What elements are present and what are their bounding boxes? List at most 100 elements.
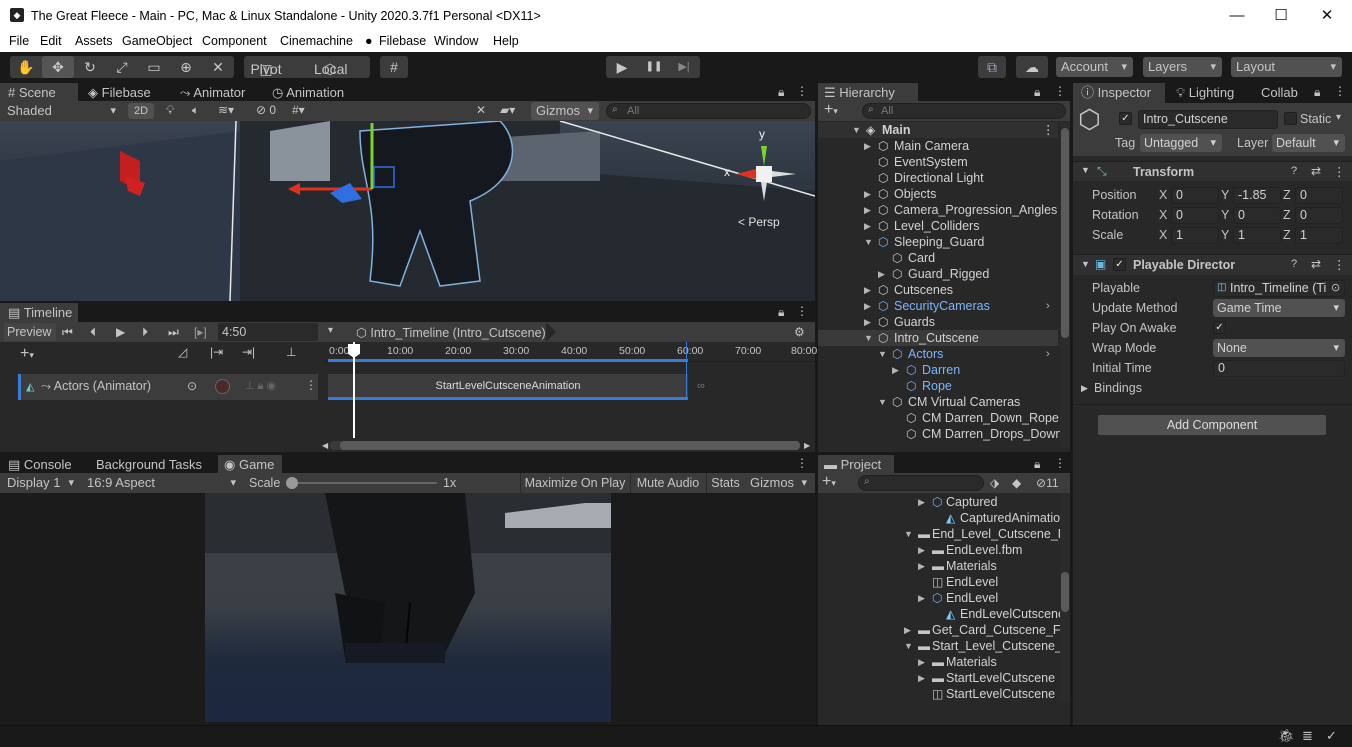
tab-console[interactable]: ▤ Console [0, 455, 84, 475]
rotate-tool-icon[interactable]: ↻ [74, 56, 106, 78]
hand-tool-icon[interactable]: ✋ [10, 56, 42, 78]
hierarchy-item[interactable]: ▼ ⬡ Intro_Cutscene [818, 330, 1058, 346]
hierarchy-item[interactable]: ▶ ⬡ Guards [818, 314, 1058, 330]
timeline-play-icon[interactable]: ▶ [116, 325, 125, 339]
menu-file[interactable]: File [9, 34, 29, 48]
gameobject-icon[interactable]: ⬡ [1078, 106, 1101, 132]
static-dropdown-icon[interactable]: ▾ [1336, 112, 1341, 123]
hierarchy-item[interactable]: ▼ ⬡ Sleeping_Guard [818, 234, 1058, 250]
preset-icon[interactable]: ⇄ [1311, 164, 1321, 178]
step-button[interactable]: ▶| [668, 56, 700, 78]
expand-arrow-icon[interactable]: ▶ [864, 282, 871, 298]
scroll-left-icon[interactable]: ◀ [322, 441, 328, 450]
expand-arrow-icon[interactable]: ▼ [904, 638, 913, 654]
scale-z-field[interactable]: 1 [1295, 227, 1343, 244]
hierarchy-item[interactable]: ⬡ Directional Light [818, 170, 1058, 186]
position-y-field[interactable]: -1.85 [1233, 187, 1281, 204]
layer-dropdown[interactable]: Default [1272, 134, 1345, 152]
object-name-field[interactable]: Intro_Cutscene [1138, 110, 1278, 129]
transform-tool-icon[interactable]: ⊕ [170, 56, 202, 78]
open-prefab-icon[interactable]: › [1046, 346, 1050, 362]
scale-slider-handle[interactable] [286, 477, 298, 489]
project-item[interactable]: ◫ StartLevelCutscene [818, 686, 1068, 702]
close-button[interactable]: ✕ [1304, 0, 1350, 32]
tab-collab[interactable]: Collab [1255, 83, 1311, 103]
project-item[interactable]: ▶ ▬ StartLevelCutscene [818, 670, 1068, 686]
expand-arrow-icon[interactable]: ▶ [904, 622, 911, 638]
playable-director-enabled-checkbox[interactable]: ✓ [1113, 258, 1126, 271]
scene-root-row[interactable]: ▼ ◈ Main ⋮ [818, 122, 1058, 138]
timeline-lock-icon[interactable]: 🔒︎ [778, 305, 784, 320]
expand-arrow-icon[interactable]: ▼ [864, 330, 873, 346]
track-more-icon[interactable]: ⋮ [305, 378, 317, 392]
project-item[interactable]: ▶ ▬ EndLevel.fbm [818, 542, 1068, 558]
lighting-toggle-icon[interactable]: 💡︎ [166, 103, 174, 118]
ripple-mode-icon[interactable]: |⇥ [210, 345, 223, 359]
expand-arrow-icon[interactable]: ▶ [864, 186, 871, 202]
hierarchy-item[interactable]: ⬡ Rope [818, 378, 1058, 394]
animation-clip[interactable]: StartLevelCutsceneAnimation [328, 374, 688, 400]
track-lock-icons[interactable]: ⊥ 🔒︎ ◉ [245, 379, 276, 393]
project-more-icon[interactable]: ⋮ [1054, 456, 1066, 470]
game-view[interactable] [205, 493, 611, 722]
menu-help[interactable]: Help [493, 34, 519, 48]
play-on-awake-checkbox[interactable]: ✓ [1213, 321, 1226, 334]
rect-tool-icon[interactable]: ▭ [138, 56, 170, 78]
debug-icon[interactable]: 🐞︎ [1278, 728, 1295, 744]
rotation-y-field[interactable]: 0 [1233, 207, 1281, 224]
move-tool-icon[interactable]: ✥ [42, 56, 74, 78]
open-prefab-icon[interactable]: › [1046, 298, 1050, 314]
play-range-icon[interactable]: [▸] [194, 325, 207, 339]
tag-dropdown[interactable]: Untagged [1140, 134, 1222, 152]
add-track-button[interactable]: +▾ [20, 345, 34, 363]
hierarchy-item[interactable]: ⬡ CM Darren_Down_Rope [818, 410, 1059, 426]
track-binding-target-icon[interactable]: ⊙ [187, 379, 197, 393]
expand-arrow-icon[interactable]: ▶ [878, 266, 885, 282]
game-more-icon[interactable]: ⋮ [796, 456, 808, 470]
scale-tool-icon[interactable]: ⤢ [106, 56, 138, 78]
active-checkbox[interactable]: ✓ [1119, 112, 1132, 125]
display-dropdown[interactable]: Display 1 [2, 473, 80, 493]
cache-server-icon[interactable]: ≣ [1302, 728, 1313, 744]
pause-button[interactable]: ❚❚ [638, 56, 670, 78]
hierarchy-more-icon[interactable]: ⋮ [1054, 84, 1066, 98]
expand-arrow-icon[interactable]: ▼ [878, 394, 887, 410]
project-item[interactable]: ▶ ⬡ EndLevel [818, 590, 1068, 606]
scene-viewport[interactable]: y x < Persp [0, 121, 815, 301]
bindings-foldout[interactable]: Bindings [1094, 381, 1142, 395]
hierarchy-item[interactable]: ▶ ⬡ Level_Colliders [818, 218, 1058, 234]
hierarchy-item[interactable]: ⬡ EventSystem [818, 154, 1058, 170]
tab-inspector[interactable]: ⓘ Inspector [1073, 83, 1165, 103]
menu-filebase[interactable]: Filebase [379, 34, 426, 48]
project-item[interactable]: ◫ EndLevel [818, 574, 1068, 590]
expand-arrow-icon[interactable]: ▶ [892, 362, 899, 378]
mute-audio-toggle[interactable]: Mute Audio [630, 473, 705, 493]
scale-slider[interactable] [292, 482, 437, 484]
perspective-toggle[interactable]: < Persp [738, 215, 780, 229]
layout-dropdown[interactable]: Layout [1231, 57, 1342, 77]
hierarchy-item[interactable]: ▶ ⬡ Guard_Rigged [818, 266, 1058, 282]
2d-toggle[interactable]: 2D [128, 103, 154, 119]
hierarchy-item[interactable]: ▶ ⬡ Main Camera [818, 138, 1058, 154]
hierarchy-item[interactable]: ▶ ⬡ Camera_Progression_Angles [818, 202, 1058, 218]
expand-arrow-icon[interactable]: ▶ [864, 314, 871, 330]
project-item[interactable]: ▼ ▬ End_Level_Cutscene_F [818, 526, 1068, 542]
tab-animator[interactable]: ⤳ Animator [174, 83, 264, 103]
hierarchy-item[interactable]: ▶ ⬡ SecurityCameras › [818, 298, 1058, 314]
record-button[interactable] [215, 379, 230, 394]
project-item[interactable]: ▼ ▬ Start_Level_Cutscene_ [818, 638, 1068, 654]
object-picker-icon[interactable]: ⊙ [1331, 281, 1340, 294]
expand-arrow-icon[interactable]: ▶ [918, 654, 925, 670]
project-search-input[interactable] [858, 475, 984, 491]
tab-filebase[interactable]: ◈ Filebase [82, 83, 172, 103]
playable-director-header[interactable]: ▼ ▣ ✓ Playable Director ? ⇄ ⋮ [1073, 254, 1352, 275]
hierarchy-item[interactable]: ▶ ⬡ Cutscenes [818, 282, 1058, 298]
scroll-right-icon[interactable]: ▶ [804, 441, 810, 450]
maximize-button[interactable]: ☐ [1258, 0, 1304, 32]
project-item[interactable]: ▶ ▬ Materials [818, 558, 1068, 574]
hierarchy-lock-icon[interactable]: 🔒︎ [1034, 85, 1040, 100]
cloud-button[interactable]: ☁ [1016, 56, 1048, 78]
project-add-button[interactable]: +▾ [822, 474, 836, 491]
hierarchy-item[interactable]: ▼ ⬡ Actors › [818, 346, 1058, 362]
last-frame-icon[interactable]: ⏭ [168, 325, 179, 340]
